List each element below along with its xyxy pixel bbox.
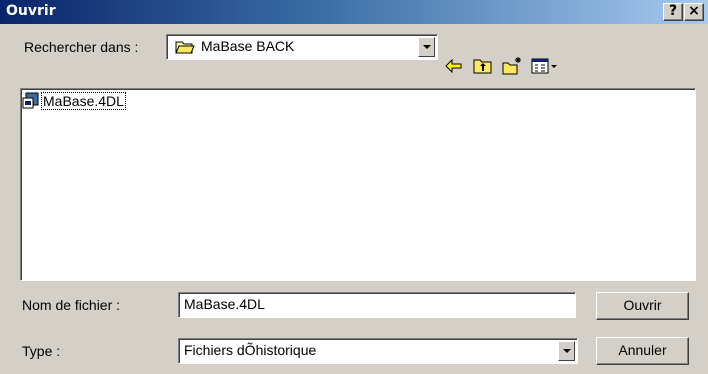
file-name-field[interactable] xyxy=(178,292,576,318)
file-name: MaBase.4DL xyxy=(41,92,126,110)
window-title: Ouvrir xyxy=(6,3,56,19)
cancel-button[interactable]: Annuler xyxy=(596,337,689,365)
file-type-label: Type : xyxy=(22,343,61,359)
new-folder-icon[interactable] xyxy=(501,55,523,77)
file-name-input[interactable] xyxy=(184,296,564,312)
look-in-label: Rechercher dans : xyxy=(24,39,139,55)
chevron-down-icon[interactable] xyxy=(418,37,435,57)
look-in-value: MaBase BACK xyxy=(201,38,295,54)
open-file-dialog: Ouvrir ? × Rechercher dans : MaBase BACK xyxy=(0,0,708,374)
view-menu-icon[interactable] xyxy=(530,55,560,77)
title-bar[interactable]: Ouvrir ? × xyxy=(0,0,708,24)
folder-icon xyxy=(175,38,195,56)
back-arrow-icon[interactable] xyxy=(443,55,465,77)
close-button[interactable]: × xyxy=(684,3,704,21)
file-type-dropdown[interactable]: Fichiers dÕhistorique xyxy=(178,338,578,364)
up-folder-icon[interactable] xyxy=(472,55,494,77)
file-list[interactable]: MaBase.4DL xyxy=(20,88,696,281)
file-type-value: Fichiers dÕhistorique xyxy=(184,342,317,358)
chevron-down-icon[interactable] xyxy=(558,341,575,361)
database-file-icon xyxy=(22,92,40,110)
list-item[interactable]: MaBase.4DL xyxy=(21,91,171,111)
open-button[interactable]: Ouvrir xyxy=(596,292,689,320)
help-button[interactable]: ? xyxy=(663,3,683,21)
look-in-dropdown[interactable]: MaBase BACK xyxy=(166,34,438,60)
file-name-label: Nom de fichier : xyxy=(22,297,121,313)
